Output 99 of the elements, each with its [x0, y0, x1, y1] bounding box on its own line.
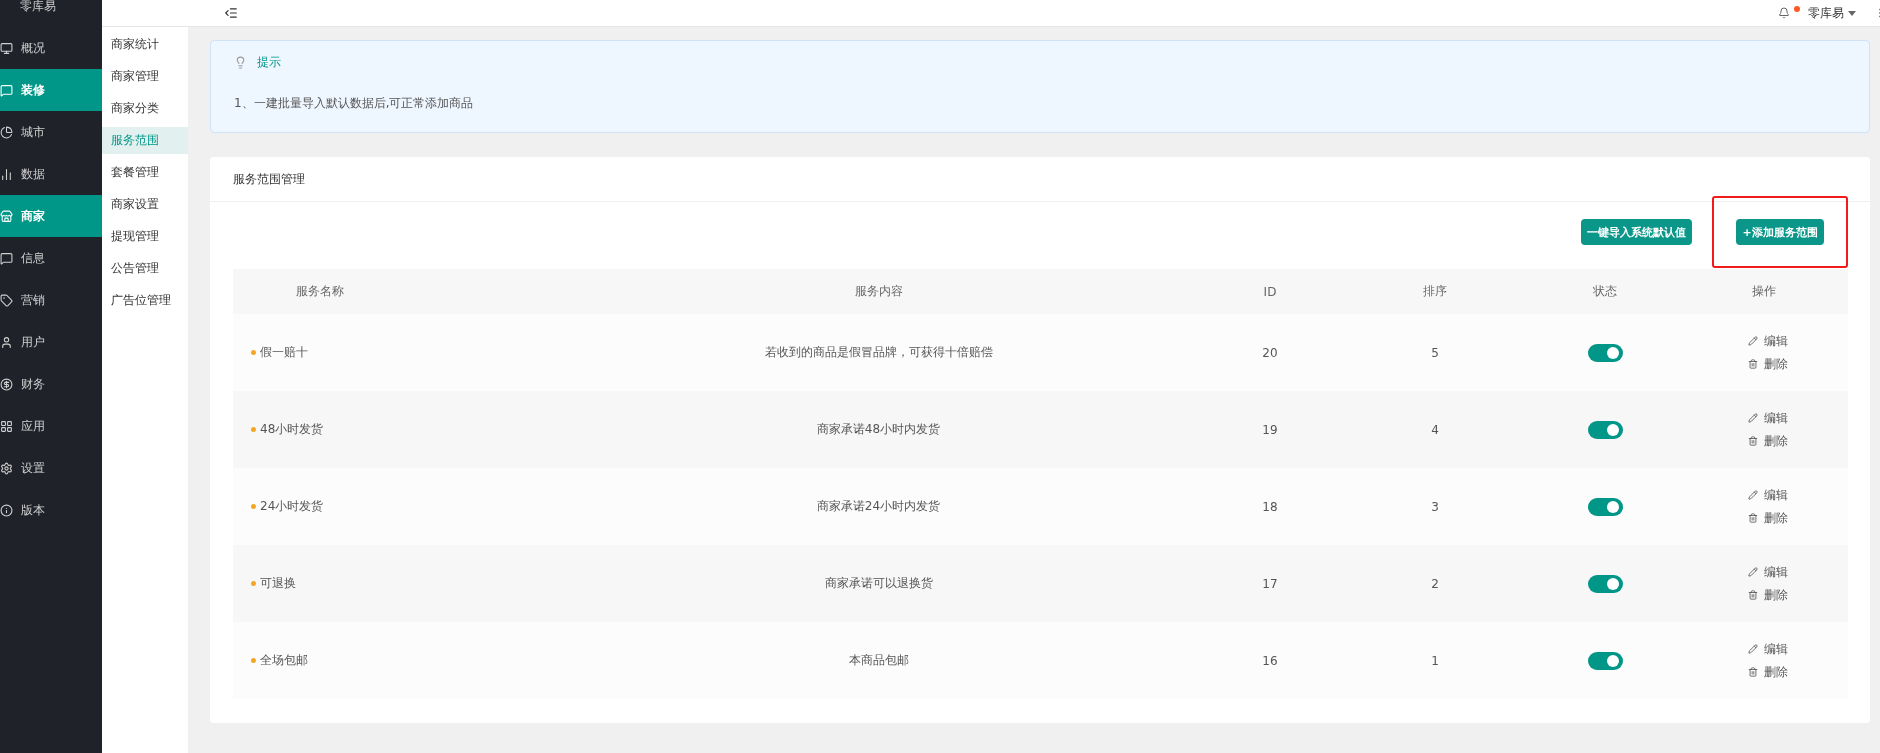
edit-link[interactable]: 编辑 [1748, 332, 1788, 350]
toggle-switch[interactable] [1587, 651, 1623, 670]
edit-link[interactable]: 编辑 [1748, 563, 1788, 581]
column-header: ID [1262, 284, 1278, 299]
bell-icon[interactable] [1778, 7, 1790, 19]
pie-chart-icon [0, 125, 13, 139]
status-dot [251, 504, 256, 509]
sidebar-item[interactable]: 信息 [0, 237, 102, 279]
user-icon [0, 335, 13, 349]
table-cell: 19 [1262, 422, 1278, 437]
tip-text: 1、一建批量导入默认数据后,可正常添加商品 [234, 95, 475, 112]
chat-icon [0, 83, 13, 97]
user-menu[interactable]: 零库易 [1808, 4, 1856, 22]
sidebar-item[interactable]: 概况 [0, 27, 102, 69]
column-header: 服务内容 [853, 283, 904, 300]
table-cell: 16 [1262, 653, 1278, 668]
submenu-item[interactable]: 提现管理 [102, 223, 188, 250]
table-cell: 假一赔十 [260, 344, 308, 361]
status-dot [251, 350, 256, 355]
status-dot [251, 427, 256, 432]
trash-icon [1748, 359, 1758, 369]
table-cell: 2 [1431, 576, 1439, 591]
submenu-item[interactable]: 公告管理 [102, 255, 188, 282]
submenu-item[interactable]: 商家统计 [102, 31, 188, 58]
toggle-switch[interactable] [1587, 343, 1623, 362]
submenu-item[interactable]: 商家设置 [102, 191, 188, 218]
edit-link[interactable]: 编辑 [1748, 640, 1788, 658]
pencil-icon [1748, 336, 1758, 346]
caret-icon [1848, 10, 1856, 16]
column-header: 状态 [1592, 283, 1618, 300]
add-button[interactable]: +添加服务范围 [1736, 219, 1824, 245]
edit-link[interactable]: 编辑 [1748, 409, 1788, 427]
table-cell: 1 [1431, 653, 1439, 668]
info-icon [0, 503, 13, 517]
settings-icon [0, 461, 13, 475]
delete-link[interactable]: 删除 [1748, 432, 1788, 450]
tip-title: 提示 [257, 54, 281, 71]
column-header: 排序 [1422, 283, 1448, 300]
submenu-item[interactable]: 商家管理 [102, 63, 188, 90]
status-dot [251, 658, 256, 663]
table-cell: 3 [1431, 499, 1439, 514]
status-dot [251, 581, 256, 586]
sidebar-item[interactable]: 城市 [0, 111, 102, 153]
submenu-item[interactable]: 广告位管理 [102, 287, 188, 314]
lightbulb-icon [234, 56, 247, 69]
table-cell: 本商品包邮 [848, 652, 909, 669]
monitor-icon [0, 41, 13, 55]
sidebar-item[interactable]: 应用 [0, 405, 102, 447]
toggle-switch[interactable] [1587, 497, 1623, 516]
table-cell: 5 [1431, 345, 1439, 360]
toggle-switch[interactable] [1587, 420, 1623, 439]
trash-icon [1748, 667, 1758, 677]
table-cell: 商家承诺可以退换货 [824, 575, 933, 592]
delete-link[interactable]: 删除 [1748, 663, 1788, 681]
table-cell: 20 [1262, 345, 1278, 360]
table-cell: 可退换 [260, 575, 296, 592]
app-logo: 零库易 [19, 0, 57, 15]
table-cell: 全场包邮 [260, 652, 308, 669]
table-cell: 17 [1262, 576, 1278, 591]
delete-link[interactable]: 删除 [1748, 509, 1788, 527]
toggle-switch[interactable] [1587, 574, 1623, 593]
column-header: 服务名称 [295, 283, 345, 300]
sidebar-item[interactable]: 营销 [0, 279, 102, 321]
menu-icon[interactable] [224, 6, 238, 20]
sidebar-item[interactable]: 设置 [0, 447, 102, 489]
pencil-icon [1748, 644, 1758, 654]
sidebar-item[interactable]: 用户 [0, 321, 102, 363]
pencil-icon [1748, 490, 1758, 500]
submenu-item[interactable]: 套餐管理 [102, 159, 188, 186]
sidebar-item[interactable]: 商家 [0, 195, 102, 237]
yen-icon [0, 377, 13, 391]
trash-icon [1748, 513, 1758, 523]
table-cell: 18 [1262, 499, 1278, 514]
sidebar-item[interactable]: 装修 [0, 69, 102, 111]
pencil-icon [1748, 413, 1758, 423]
grid-icon [0, 419, 13, 433]
pencil-icon [1748, 567, 1758, 577]
table-cell: 4 [1431, 422, 1439, 437]
table-cell: 商家承诺48小时内发货 [816, 421, 941, 438]
edit-link[interactable]: 编辑 [1748, 486, 1788, 504]
table-cell: 若收到的商品是假冒品牌，可获得十倍赔偿 [764, 344, 993, 361]
column-header: 操作 [1751, 283, 1777, 300]
tag-icon [0, 293, 13, 307]
table-cell: 24小时发货 [260, 498, 324, 515]
delete-link[interactable]: 删除 [1748, 355, 1788, 373]
import-button[interactable]: 一键导入系统默认值 [1581, 219, 1692, 245]
delete-link[interactable]: 删除 [1748, 586, 1788, 604]
table-cell: 48小时发货 [260, 421, 324, 438]
store-icon [0, 209, 13, 223]
bar-chart-icon [0, 167, 13, 181]
sidebar-item[interactable]: 版本 [0, 489, 102, 531]
trash-icon [1748, 436, 1758, 446]
table-cell: 商家承诺24小时内发货 [816, 498, 941, 515]
trash-icon [1748, 590, 1758, 600]
card-title: 服务范围管理 [210, 157, 1870, 202]
sidebar-item[interactable]: 财务 [0, 363, 102, 405]
sidebar-item[interactable]: 数据 [0, 153, 102, 195]
chat-icon [0, 251, 13, 265]
submenu-item[interactable]: 商家分类 [102, 95, 188, 122]
